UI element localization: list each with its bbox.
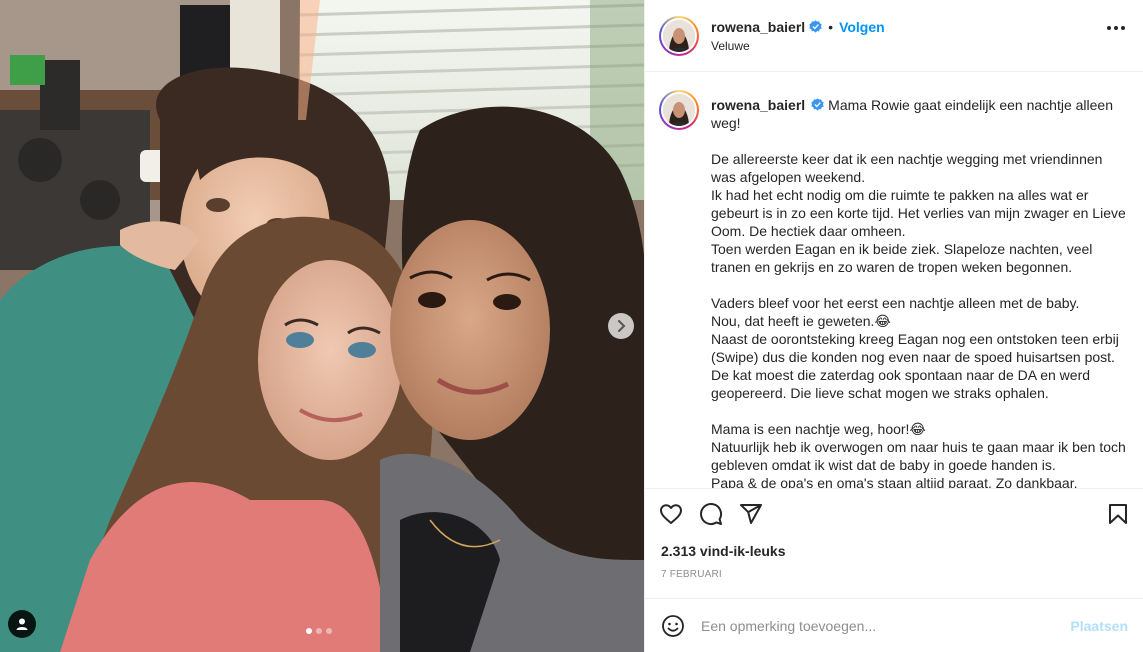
user-icon [16, 618, 28, 630]
avatar-portrait-icon [663, 94, 695, 126]
post-side-panel: rowena_baierl • Volgen Veluwe rowena_bai… [644, 0, 1143, 652]
post-header: rowena_baierl • Volgen Veluwe [645, 0, 1143, 72]
post-photo[interactable] [0, 0, 644, 652]
share-icon[interactable] [739, 502, 763, 526]
more-options-button[interactable] [1107, 26, 1125, 30]
follow-button[interactable]: Volgen [839, 19, 885, 35]
caption-paragraph: De allereerste keer dat ik een nachtje w… [711, 151, 1126, 275]
more-dot-icon [1107, 26, 1111, 30]
location-link[interactable]: Veluwe [711, 39, 885, 53]
more-dot-icon [1121, 26, 1125, 30]
caption-scroll-area[interactable]: rowena_baierl Mama Rowie gaat eindelijk … [645, 72, 1143, 488]
more-dot-icon [1114, 26, 1118, 30]
tagged-users-button[interactable] [8, 610, 36, 638]
next-image-button[interactable] [608, 313, 634, 339]
caption-paragraph: Vaders bleef voor het eerst een nachtje … [711, 295, 1119, 401]
post-actions: 2.313 vind-ik-leuks 7 FEBRUARI [645, 488, 1143, 600]
caption: rowena_baierl Mama Rowie gaat eindelijk … [659, 90, 1130, 488]
smiley-icon[interactable] [661, 614, 685, 638]
post-date[interactable]: 7 FEBRUARI [645, 569, 1143, 580]
comment-input[interactable] [701, 617, 1071, 634]
carousel-dot-active [306, 628, 312, 634]
avatar[interactable] [659, 15, 699, 56]
header-separator: • [828, 18, 834, 35]
verified-badge-icon [811, 98, 824, 111]
caption-paragraph: Mama is een nachtje weg, hoor!😂 Natuurli… [711, 421, 1126, 488]
verified-badge-icon [809, 20, 822, 33]
caption-text: rowena_baierl Mama Rowie gaat eindelijk … [711, 90, 1130, 488]
avatar-image [663, 19, 695, 52]
post-comment-button[interactable]: Plaatsen [1070, 618, 1128, 634]
avatar-image [663, 94, 695, 126]
comment-icon[interactable] [699, 502, 723, 526]
selfie-photo-illustration [0, 0, 644, 652]
caption-avatar[interactable] [659, 90, 699, 130]
carousel-dot [316, 628, 322, 634]
header-username[interactable]: rowena_baierl [711, 19, 805, 35]
caption-username[interactable]: rowena_baierl [711, 97, 805, 113]
carousel-dot [326, 628, 332, 634]
avatar-portrait-icon [663, 19, 695, 52]
comment-bar: Plaatsen [645, 598, 1143, 652]
carousel-indicator [306, 628, 332, 634]
chevron-right-icon [618, 320, 626, 332]
likes-count[interactable]: 2.313 vind-ik-leuks [645, 543, 1143, 559]
heart-icon[interactable] [659, 502, 683, 526]
bookmark-icon[interactable] [1106, 502, 1130, 526]
